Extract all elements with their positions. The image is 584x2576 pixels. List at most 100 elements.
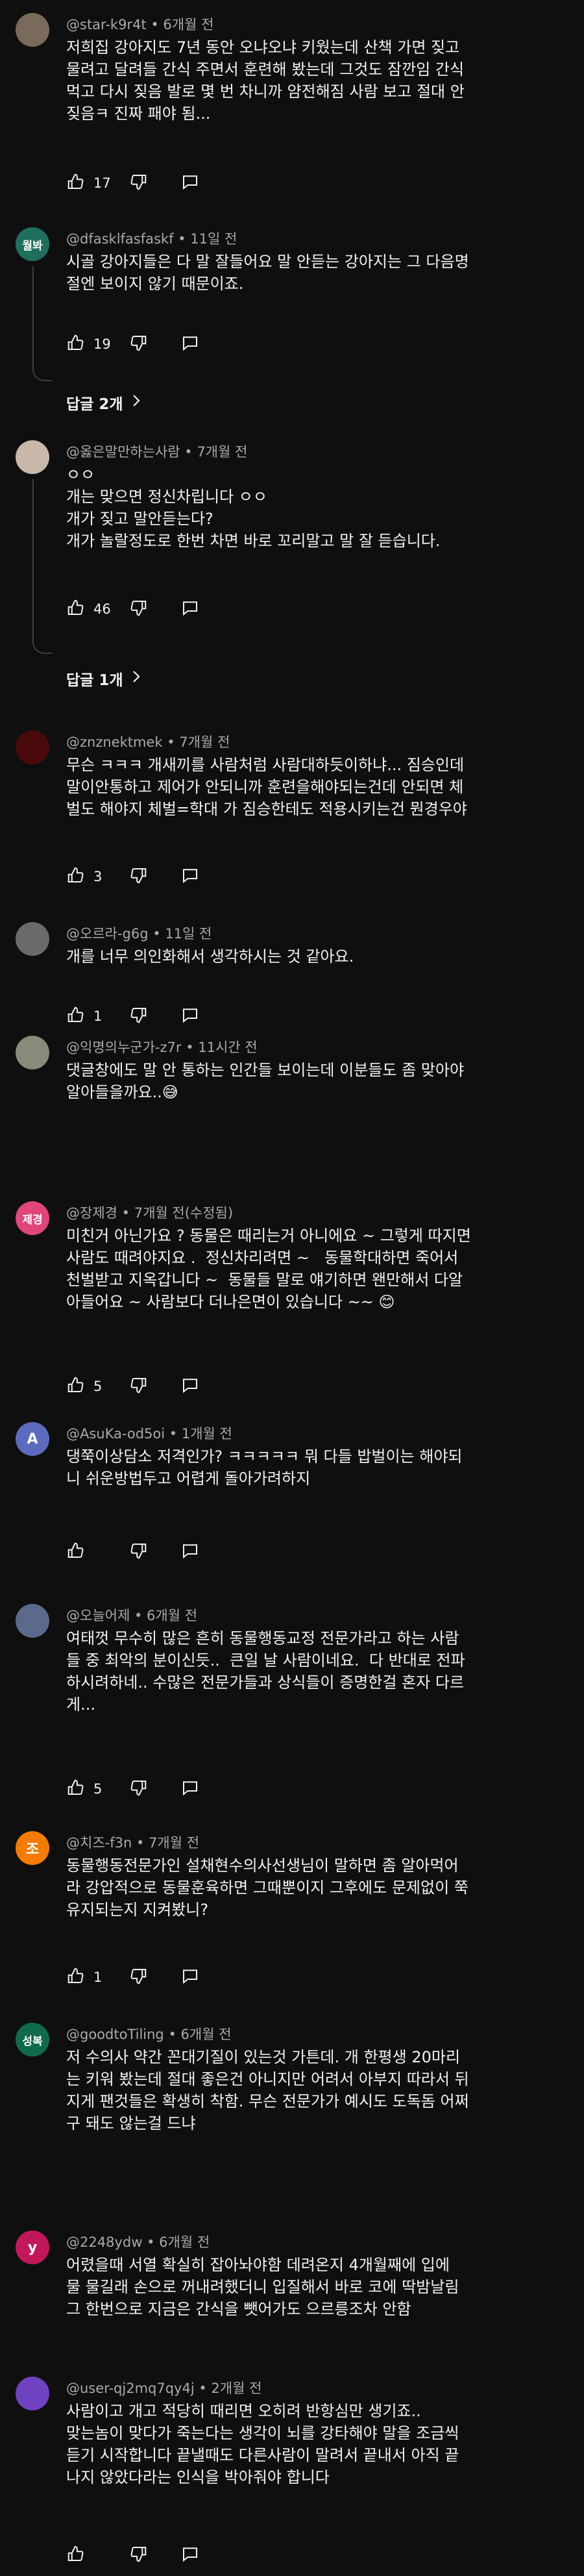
comment-actions: 46 [66, 596, 200, 622]
comment-time: 7개월 전 [149, 1835, 200, 1851]
thumbs-up-icon [66, 333, 86, 356]
avatar[interactable]: 월봐 [16, 227, 49, 261]
avatar[interactable]: 성복 [16, 2023, 49, 2057]
reply-button[interactable] [180, 1375, 200, 1398]
like-count: 1 [93, 1008, 103, 1024]
thumbs-up-icon [66, 598, 86, 621]
author-name[interactable]: @익명의누군가-z7r [66, 1040, 182, 1055]
author-name[interactable]: @user-qj2mq7qy4j [66, 2381, 195, 2396]
comment-text: 저희집 강아지도 7년 동안 오냐오냐 키웠는데 산책 가면 짖고 물려고 달려… [66, 38, 465, 123]
author-name[interactable]: @goodtoTiling [66, 2027, 164, 2042]
thumbs-up-icon [66, 1541, 86, 1564]
reply-icon [180, 598, 200, 621]
author-name[interactable]: @오르라-g6g [66, 926, 149, 942]
like-count: 19 [93, 336, 111, 352]
author-name[interactable]: @오늘어제 [66, 1608, 130, 1623]
comment-time: 6개월 전 [159, 2234, 210, 2250]
thumbs-down-icon [128, 2544, 148, 2567]
dislike-button[interactable] [128, 1375, 148, 1398]
author-name[interactable]: @장제경 [66, 1205, 117, 1221]
dislike-button[interactable] [128, 172, 148, 195]
comment-meta: @AsuKa-od5oi • 1개월 전 [66, 1426, 232, 1442]
thumbs-down-icon [128, 1541, 148, 1564]
comment-time: 11일 전 [165, 926, 212, 942]
reply-button[interactable] [180, 1966, 200, 1989]
comment-text: 동물행동전문가인 설채현수의사선생님이 말하면 좀 알아먹어 라 강압적으로 동… [66, 1857, 468, 1919]
avatar[interactable] [16, 922, 49, 956]
comment-time: 2개월 전 [211, 2381, 262, 2396]
avatar[interactable] [16, 2377, 49, 2410]
avatar-initials: 조 [25, 1842, 40, 1858]
author-name[interactable]: @dfasklfasfaskf [66, 231, 174, 247]
reply-button[interactable] [180, 2544, 200, 2567]
avatar[interactable] [16, 1036, 49, 1069]
comment-meta: @user-qj2mq7qy4j • 2개월 전 [66, 2381, 262, 2396]
avatar-initials: y [27, 2239, 38, 2256]
like-count: 5 [93, 1379, 103, 1394]
thumbs-down-icon [128, 1778, 148, 1801]
author-name[interactable]: @옳은말만하는사람 [66, 444, 180, 460]
like-button[interactable]: 5 [66, 1778, 125, 1801]
reply-icon [180, 1778, 200, 1801]
like-button[interactable]: 5 [66, 1375, 125, 1398]
avatar[interactable] [16, 440, 49, 474]
avatar[interactable]: y [16, 2231, 49, 2264]
avatar[interactable]: 조 [16, 1831, 49, 1865]
comment-text: 무슨 ㅋㅋㅋ 개새끼를 사람처럼 사람대하듯이하냐... 짐승인데 말이안통하고… [66, 756, 467, 818]
like-button[interactable]: 19 [66, 333, 125, 356]
comment-meta: @2248ydw • 6개월 전 [66, 2234, 210, 2250]
avatar[interactable]: 제경 [16, 1201, 49, 1235]
like-button[interactable]: 1 [66, 1005, 125, 1028]
dislike-button[interactable] [128, 1541, 148, 1564]
like-count: 46 [93, 601, 111, 617]
like-button[interactable]: 3 [66, 866, 125, 888]
thumbs-down-icon [128, 866, 148, 888]
author-name[interactable]: @치즈-f3n [66, 1835, 132, 1851]
thumbs-down-icon [128, 1375, 148, 1398]
avatar[interactable] [16, 731, 49, 764]
dislike-button[interactable] [128, 1005, 148, 1028]
author-name[interactable]: @AsuKa-od5oi [66, 1426, 165, 1442]
comment-text: 개를 너무 의인화해서 생각하시는 것 같아요. [66, 947, 354, 966]
avatar[interactable] [16, 13, 49, 47]
avatar[interactable]: A [16, 1422, 49, 1456]
chevron-right-icon [123, 669, 141, 688]
like-button[interactable] [66, 2544, 125, 2567]
comment-text: ㅇㅇ 개는 맞으면 정신차립니다 ㅇㅇ 개가 짖고 말안듣는다? 개가 놀랄정도… [66, 466, 441, 550]
dislike-button[interactable] [128, 866, 148, 888]
reply-button[interactable] [180, 1778, 200, 1801]
reply-icon [180, 172, 200, 195]
view-replies-button[interactable]: 답글 2개 [66, 392, 141, 414]
comment-time: 7개월 전 [197, 444, 248, 460]
view-replies-button[interactable]: 답글 1개 [66, 668, 141, 690]
dislike-button[interactable] [128, 333, 148, 356]
author-name[interactable]: @star-k9r4t [66, 17, 147, 32]
author-name[interactable]: @znznektmek [66, 734, 163, 750]
replies-label: 답글 1개 [66, 672, 123, 689]
reply-button[interactable] [180, 1541, 200, 1564]
comment-text: 사람이고 개고 적당히 때리면 오히려 반항심만 생기죠.. 맞는놈이 맞다가 … [66, 2402, 459, 2486]
reply-button[interactable] [180, 333, 200, 356]
dislike-button[interactable] [128, 598, 148, 621]
reply-button[interactable] [180, 598, 200, 621]
reply-button[interactable] [180, 866, 200, 888]
comment-text: 미친거 아닌가요 ? 동물은 때리는거 아니에요 ~ 그렇게 따지면 사람도 때… [66, 1227, 471, 1311]
dislike-button[interactable] [128, 2544, 148, 2567]
like-button[interactable]: 46 [66, 598, 125, 621]
reply-button[interactable] [180, 1005, 200, 1028]
dislike-button[interactable] [128, 1778, 148, 1801]
comment-meta: @dfasklfasfaskf • 11일 전 [66, 231, 237, 247]
dislike-button[interactable] [128, 1966, 148, 1989]
reply-icon [180, 1966, 200, 1989]
like-button[interactable]: 17 [66, 172, 125, 195]
like-button[interactable]: 1 [66, 1966, 125, 1989]
comment-actions: 19 [66, 331, 200, 357]
avatar[interactable] [16, 1604, 49, 1638]
comment-text: 댓글창에도 말 안 통하는 인간들 보이는데 이분들도 좀 맞아야 알아들을까요… [66, 1061, 465, 1101]
thread-line [32, 479, 52, 654]
like-button[interactable] [66, 1541, 125, 1564]
author-name[interactable]: @2248ydw [66, 2234, 142, 2250]
comment-time: 6개월 전 [180, 2027, 232, 2042]
reply-button[interactable] [180, 172, 200, 195]
reply-icon [180, 1375, 200, 1398]
